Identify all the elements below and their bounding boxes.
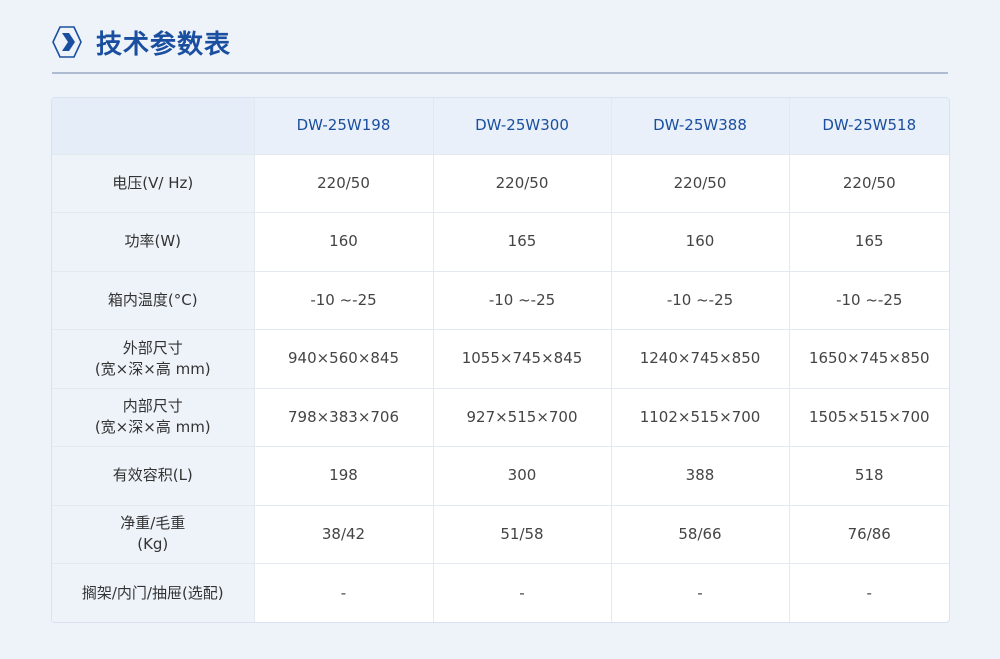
chevron-right-icon: [52, 26, 82, 58]
table-cell: 388: [611, 446, 790, 506]
table-cell: -10 ~-25: [611, 271, 790, 330]
row-label: 内部尺寸 (宽×深×高 mm): [52, 388, 255, 447]
row-label-line: 外部尺寸: [122, 338, 183, 357]
row-label: 电压(V/ Hz): [52, 154, 255, 213]
table-row: 有效容积(L) 198 300 388 518: [52, 446, 949, 506]
table-cell: 220/50: [789, 154, 949, 213]
model-header: DW-25W388: [611, 98, 790, 155]
table-cell: 518: [789, 446, 949, 506]
row-label-line: (Kg): [137, 535, 169, 554]
table-row: 电压(V/ Hz) 220/50 220/50 220/50 220/50: [52, 154, 949, 213]
table-cell: 220/50: [611, 154, 790, 213]
spec-table: DW-25W198 DW-25W300 DW-25W388 DW-25W518 …: [52, 98, 949, 622]
row-label-line: 电压(V/ Hz): [112, 173, 194, 192]
table-header-row: DW-25W198 DW-25W300 DW-25W388 DW-25W518: [52, 98, 949, 155]
table-cell: 165: [433, 212, 612, 272]
table-cell: 58/66: [611, 505, 790, 564]
spec-table-card: DW-25W198 DW-25W300 DW-25W388 DW-25W518 …: [51, 97, 950, 623]
row-label: 净重/毛重 (Kg): [52, 505, 255, 564]
row-label-line: 箱内温度(°C): [107, 290, 198, 309]
title-divider: [52, 72, 948, 74]
table-row: 功率(W) 160 165 160 165: [52, 212, 949, 272]
table-row: 净重/毛重 (Kg) 38/42 51/58 58/66 76/86: [52, 505, 949, 564]
table-row: 外部尺寸 (宽×深×高 mm) 940×560×845 1055×745×845 124…: [52, 329, 949, 389]
row-label: 搁架/内门/抽屉(选配): [52, 563, 255, 622]
table-cell: 51/58: [433, 505, 612, 564]
corner-header: [52, 98, 255, 155]
table-cell: 220/50: [433, 154, 612, 213]
table-cell: -10 ~-25: [433, 271, 612, 330]
table-cell: 300: [433, 446, 612, 506]
table-cell: -10 ~-25: [789, 271, 949, 330]
row-label-line: (宽×深×高 mm): [94, 418, 211, 437]
table-cell: 927×515×700: [433, 388, 612, 447]
table-cell: 1055×745×845: [433, 329, 612, 389]
row-label: 功率(W): [52, 212, 255, 272]
row-label: 箱内温度(°C): [52, 271, 255, 330]
model-header: DW-25W518: [789, 98, 949, 155]
table-cell: -: [611, 563, 790, 622]
row-label-line: 功率(W): [124, 232, 182, 251]
table-cell: 1102×515×700: [611, 388, 790, 447]
table-cell: -: [433, 563, 612, 622]
model-header: DW-25W198: [254, 98, 434, 155]
table-cell: 1505×515×700: [789, 388, 949, 447]
row-label-line: 内部尺寸: [122, 397, 183, 416]
table-cell: 76/86: [789, 505, 949, 564]
row-label-line: 有效容积(L): [112, 466, 193, 485]
table-cell: -: [254, 563, 434, 622]
table-row: 搁架/内门/抽屉(选配) - - - -: [52, 563, 949, 622]
table-cell: 198: [254, 446, 434, 506]
table-cell: -10 ~-25: [254, 271, 434, 330]
row-label: 外部尺寸 (宽×深×高 mm): [52, 329, 255, 389]
table-cell: 1240×745×850: [611, 329, 790, 389]
page-header: 技术参数表: [52, 22, 231, 62]
table-cell: 798×383×706: [254, 388, 434, 447]
table-row: 箱内温度(°C) -10 ~-25 -10 ~-25 -10 ~-25 -10 ~-25: [52, 271, 949, 330]
row-label: 有效容积(L): [52, 446, 255, 506]
table-cell: 165: [789, 212, 949, 272]
model-header: DW-25W300: [433, 98, 612, 155]
table-cell: 220/50: [254, 154, 434, 213]
row-label-line: (宽×深×高 mm): [94, 359, 211, 378]
table-cell: 160: [611, 212, 790, 272]
row-label-line: 搁架/内门/抽屉(选配): [81, 583, 224, 602]
page-title: 技术参数表: [96, 29, 232, 60]
row-label-line: 净重/毛重: [120, 514, 186, 533]
table-cell: 38/42: [254, 505, 434, 564]
table-cell: 1650×745×850: [789, 329, 949, 389]
table-cell: -: [866, 583, 872, 602]
table-row: 内部尺寸 (宽×深×高 mm) 798×383×706 927×515×700 1102…: [52, 388, 949, 447]
table-cell: 160: [254, 212, 434, 272]
table-cell: 940×560×845: [254, 329, 434, 389]
